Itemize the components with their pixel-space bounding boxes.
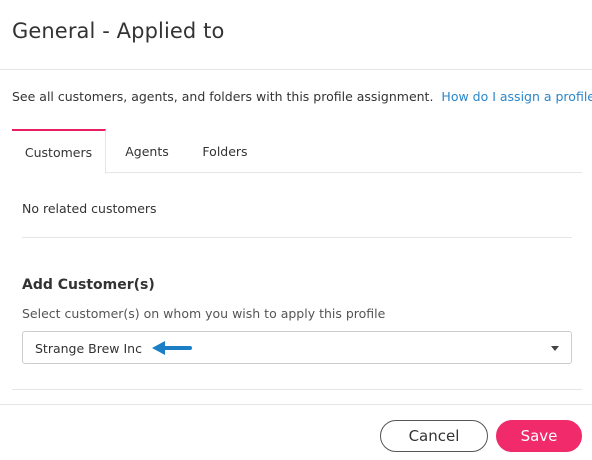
description-text: See all customers, agents, and folders w… [12, 89, 434, 104]
dialog-header: General - Applied to [0, 0, 592, 70]
footer-divider [0, 404, 592, 405]
divider [22, 237, 572, 238]
tab-bar: Customers Agents Folders [12, 129, 582, 174]
customer-select[interactable]: Strange Brew Inc [22, 331, 572, 364]
dialog-title: General - Applied to [12, 19, 225, 43]
tab-agents[interactable]: Agents [106, 129, 188, 173]
save-button[interactable]: Save [496, 420, 582, 452]
cancel-button[interactable]: Cancel [380, 420, 488, 452]
applied-to-dialog: General - Applied to See all customers, … [0, 0, 592, 460]
description: See all customers, agents, and folders w… [12, 89, 592, 104]
left-arrow-icon [152, 341, 192, 355]
empty-state-text: No related customers [22, 201, 157, 216]
customers-panel: No related customers Add Customer(s) Sel… [12, 173, 582, 390]
tab-folders[interactable]: Folders [188, 129, 262, 173]
customer-select-value: Strange Brew Inc [35, 341, 142, 356]
add-customers-subtitle: Select customer(s) on whom you wish to a… [22, 306, 386, 321]
help-link[interactable]: How do I assign a profile? [441, 89, 592, 104]
tab-customers[interactable]: Customers [12, 129, 106, 174]
add-customers-title: Add Customer(s) [22, 277, 155, 293]
chevron-down-icon [551, 346, 559, 351]
